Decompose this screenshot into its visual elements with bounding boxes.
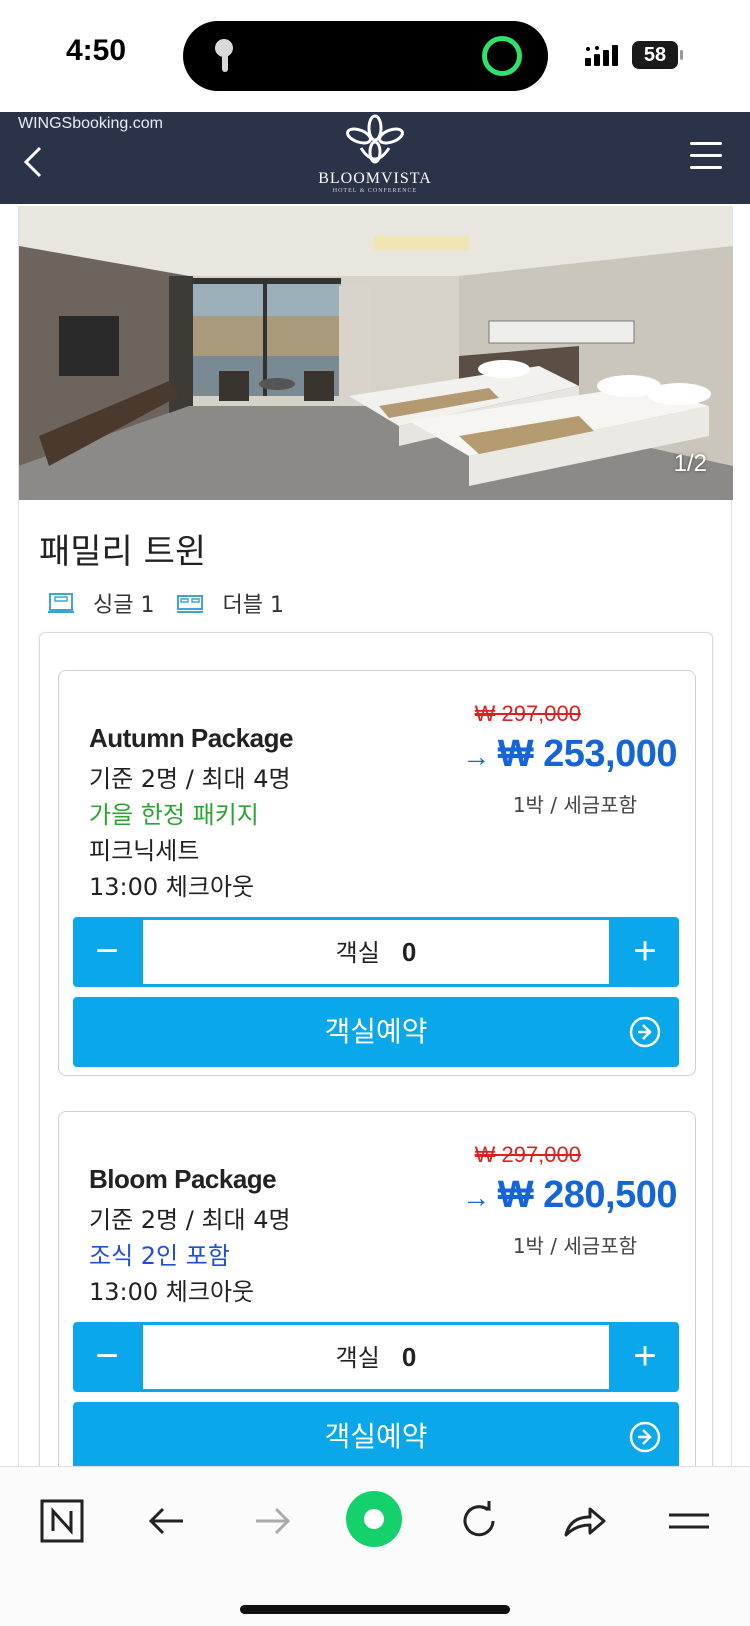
bed-label-double: 더블 1 <box>222 593 284 618</box>
quantity-value: 0 <box>401 937 417 967</box>
room-card: 1/2 패밀리 트윈 싱글 1 더블 1 Autumn Package 기준 2… <box>18 206 733 1491</box>
room-quantity-stepper: − 객실 0 + <box>73 917 679 987</box>
room-photo[interactable]: 1/2 <box>19 206 733 500</box>
back-chevron-icon[interactable] <box>14 142 54 182</box>
decrease-button[interactable]: − <box>73 1322 141 1392</box>
book-room-label: 객실예약 <box>324 1420 428 1453</box>
room-photo-image <box>19 206 733 500</box>
activity-indicator-icon <box>482 36 522 76</box>
battery-nub <box>680 50 683 60</box>
menu-icon[interactable] <box>665 1497 713 1545</box>
logo-subtitle: HOTEL & CONFERENCE <box>332 188 418 194</box>
hotel-logo[interactable]: BLOOMVISTA HOTEL & CONFERENCE <box>300 114 450 202</box>
circle-arrow-right-icon <box>629 1421 661 1453</box>
original-price: ₩ 297,000 <box>474 1142 581 1167</box>
increase-button[interactable]: + <box>611 1322 679 1392</box>
price-arrow-icon: → <box>462 741 490 772</box>
reload-icon[interactable] <box>455 1497 503 1545</box>
package-extra: 피크닉세트 <box>89 837 200 865</box>
packages-list: Autumn Package 기준 2명 / 최대 4명 가을 한정 패키지 피… <box>39 632 713 1491</box>
quantity-label: 객실 <box>335 939 380 967</box>
package-name: Autumn Package <box>89 723 293 753</box>
naver-green-dot-icon[interactable] <box>344 1489 404 1549</box>
sale-price-value: ₩ 280,500 <box>497 1174 678 1216</box>
package-occupancy: 기준 2명 / 최대 4명 <box>89 1206 291 1234</box>
original-price: ₩ 297,000 <box>474 701 581 726</box>
package-highlight: 가을 한정 패키지 <box>89 801 259 829</box>
home-indicator <box>240 1605 510 1614</box>
increase-button[interactable]: + <box>611 917 679 987</box>
sale-price: → ₩ 280,500 <box>462 1174 677 1217</box>
package-highlight: 조식 2인 포함 <box>89 1242 230 1270</box>
airpods-icon <box>215 39 233 72</box>
hamburger-menu-icon[interactable] <box>690 142 722 172</box>
quantity-display: 객실 0 <box>143 1325 609 1389</box>
package-card-bloom: Bloom Package 기준 2명 / 최대 4명 조식 2인 포함 13:… <box>58 1111 696 1491</box>
flower-logo-icon <box>346 114 404 164</box>
share-icon[interactable] <box>560 1497 608 1545</box>
bed-info: 싱글 1 더블 1 <box>47 588 306 618</box>
package-occupancy: 기준 2명 / 최대 4명 <box>89 765 291 793</box>
price-arrow-icon: → <box>462 1182 490 1213</box>
room-quantity-stepper: − 객실 0 + <box>73 1322 679 1392</box>
quantity-label: 객실 <box>335 1344 380 1372</box>
package-extra: 13:00 체크아웃 <box>89 1278 255 1306</box>
package-name: Bloom Package <box>89 1164 277 1194</box>
quantity-value: 0 <box>401 1342 417 1372</box>
sale-price: → ₩ 253,000 <box>462 733 677 776</box>
dynamic-island <box>183 21 548 91</box>
single-bed-icon <box>48 593 74 613</box>
book-room-button[interactable]: 객실예약 <box>73 997 679 1067</box>
circle-arrow-right-icon <box>629 1016 661 1048</box>
sale-price-value: ₩ 253,000 <box>497 733 678 775</box>
quantity-display: 객실 0 <box>143 920 609 984</box>
bed-label-single: 싱글 1 <box>93 593 155 618</box>
double-bed-icon <box>177 595 204 613</box>
book-room-button[interactable]: 객실예약 <box>73 1402 679 1472</box>
photo-counter: 1/2 <box>673 450 707 477</box>
naver-n-icon[interactable] <box>38 1497 86 1545</box>
battery-icon: 58 <box>632 41 678 69</box>
book-room-label: 객실예약 <box>324 1015 428 1048</box>
decrease-button[interactable]: − <box>73 917 141 987</box>
signal-icon <box>585 45 618 66</box>
package-extra: 13:00 체크아웃 <box>89 873 255 901</box>
package-card-autumn: Autumn Package 기준 2명 / 최대 4명 가을 한정 패키지 피… <box>58 670 696 1076</box>
site-header: WINGSbooking.com BLOOMVISTA HOTEL & CONF… <box>0 112 750 204</box>
logo-name: BLOOMVISTA <box>318 170 432 187</box>
site-domain: WINGSbooking.com <box>18 115 163 132</box>
status-bar: 4:50 58 <box>0 0 750 112</box>
forward-arrow-icon[interactable] <box>248 1497 296 1545</box>
price-note: 1박 / 세금포함 <box>512 1234 637 1258</box>
back-arrow-icon[interactable] <box>143 1497 191 1545</box>
status-time: 4:50 <box>66 34 127 67</box>
room-title: 패밀리 트윈 <box>39 532 207 572</box>
price-note: 1박 / 세금포함 <box>512 793 637 817</box>
browser-toolbar <box>0 1466 750 1626</box>
